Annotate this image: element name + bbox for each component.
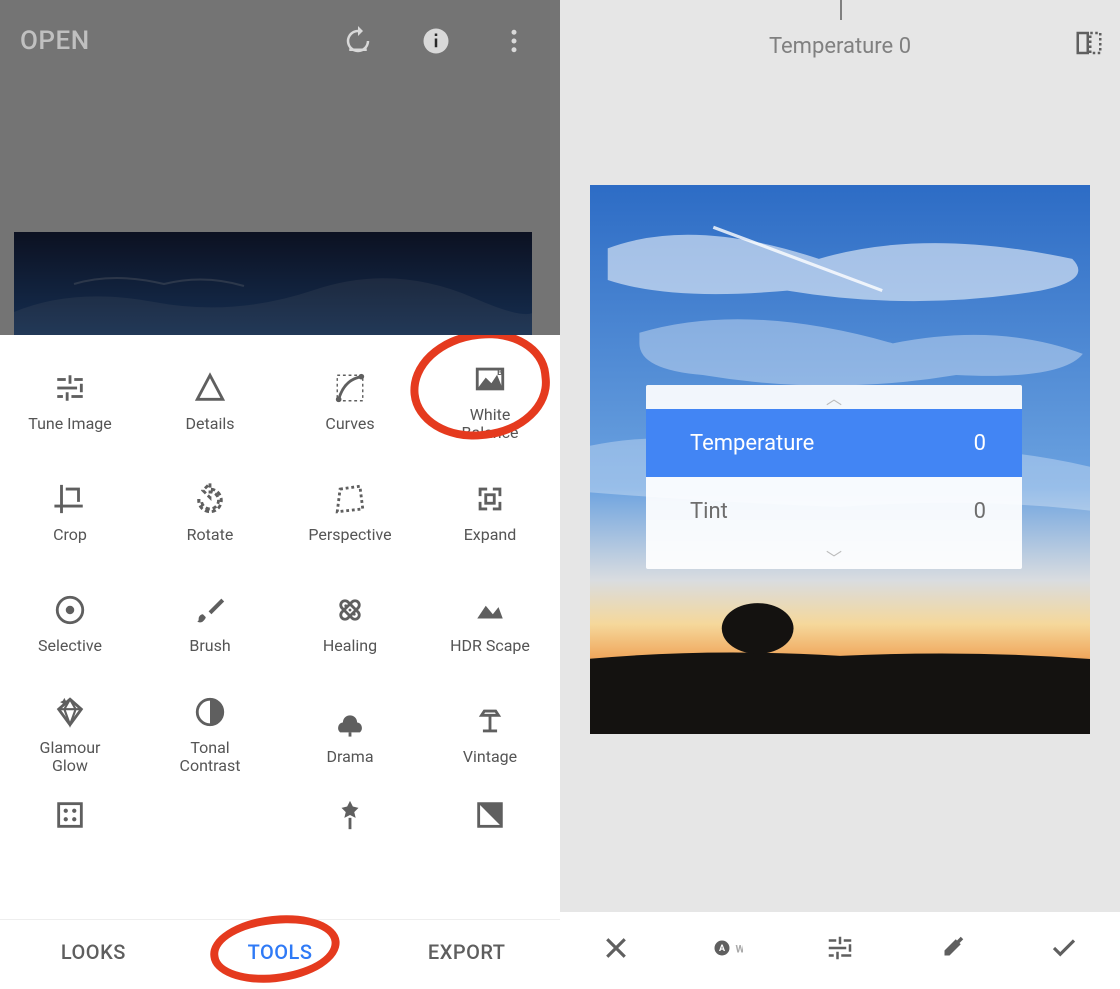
svg-text:W: W [736,943,744,956]
slider-row-tint[interactable]: Tint 0 [646,477,1022,545]
tool-brush[interactable]: Brush [140,565,280,676]
tool-label: Healing [323,637,377,655]
slider-name: Temperature [690,431,814,456]
grunge-icon [333,798,367,832]
readout-value: 0 [899,34,911,59]
tools-sheet: Tune Image Details Curves B WhiteBalance [0,335,560,984]
tool-label: Vintage [463,748,517,766]
tool-details[interactable]: Details [140,343,280,454]
tool-perspective[interactable]: Perspective [280,454,420,565]
adjust-button[interactable] [784,933,896,963]
tune-icon [53,371,87,405]
tool-label: GlamourGlow [40,739,101,775]
hdr-icon [473,593,507,627]
parameter-overlay[interactable]: ︿ Temperature 0 Tint 0 ﹀ [646,385,1022,569]
tool-label: Drama [326,748,373,766]
compare-icon[interactable] [1074,28,1104,64]
rotate-icon [193,482,227,516]
auto-wb-icon: A W [713,933,743,963]
slider-value: 0 [974,499,986,524]
tool-healing[interactable]: Healing [280,565,420,676]
tool-label: Perspective [308,526,391,544]
bottom-tabs: LOOKS TOOLS EXPORT [0,919,560,984]
perspective-icon [333,482,367,516]
details-icon [193,371,227,405]
apply-button[interactable] [1008,933,1120,963]
tool-bw[interactable] [420,787,560,847]
svg-text:B: B [497,367,503,377]
brush-icon [193,593,227,627]
tool-selective[interactable]: Selective [0,565,140,676]
tool-grunge[interactable] [280,787,420,847]
tool-label: WhiteBalance [462,406,519,442]
eyedropper-button[interactable] [896,933,1008,963]
readout-param: Temperature [769,34,893,59]
tool-hdr-scape[interactable]: HDR Scape [420,565,560,676]
cancel-button[interactable] [560,933,672,963]
svg-text:A: A [719,944,726,954]
open-button[interactable]: OPEN [20,26,90,56]
vintage-icon [473,704,507,738]
slider-value: 0 [974,431,986,456]
eyedropper-icon [937,933,967,963]
right-panel: Temperature 0 [560,0,1120,984]
tab-tools[interactable]: TOOLS [187,920,374,984]
retro-icon [193,798,227,832]
curves-icon [333,371,367,405]
tool-label: TonalContrast [180,739,241,775]
selective-icon [53,593,87,627]
tool-glamour-glow[interactable]: GlamourGlow [0,676,140,787]
sliders-icon [825,933,855,963]
tool-crop[interactable]: Crop [0,454,140,565]
tool-label: Curves [325,415,374,433]
tool-expand[interactable]: Expand [420,454,560,565]
glamour-icon [53,695,87,729]
crop-icon [53,482,87,516]
left-image-preview: OPEN [0,0,560,335]
frames-icon [53,798,87,832]
healing-icon [333,593,367,627]
tonal-icon [193,695,227,729]
tool-white-balance[interactable]: B WhiteBalance [420,343,560,454]
tool-rotate[interactable]: Rotate [140,454,280,565]
tool-label: Selective [38,637,102,655]
tool-drama[interactable]: Drama [280,676,420,787]
tool-label: Tune Image [28,415,111,433]
tool-label: Rotate [187,526,234,544]
expand-icon [473,482,507,516]
auto-wb-button[interactable]: A W [672,933,784,963]
more-icon[interactable] [488,15,540,67]
tool-label: Expand [464,526,517,544]
slider-tick [840,0,842,20]
tool-label: Brush [189,637,230,655]
check-icon [1049,933,1079,963]
tool-curves[interactable]: Curves [280,343,420,454]
info-icon[interactable] [410,15,462,67]
history-icon[interactable] [332,15,384,67]
tools-grid: Tune Image Details Curves B WhiteBalance [0,335,560,919]
tool-retrolux[interactable] [140,787,280,847]
left-topbar: OPEN [0,0,560,82]
right-bottom-bar: A W [560,912,1120,984]
chevron-up-icon: ︿ [646,385,1022,409]
tool-frames[interactable] [0,787,140,847]
close-icon [601,933,631,963]
drama-icon [333,704,367,738]
chevron-down-icon: ﹀ [646,545,1022,569]
left-panel: OPEN Tune Image Details [0,0,560,984]
tool-tonal-contrast[interactable]: TonalContrast [140,676,280,787]
slider-row-temperature[interactable]: Temperature 0 [646,409,1022,477]
right-canvas[interactable]: ︿ Temperature 0 Tint 0 ﹀ [560,65,1120,912]
tool-label: Details [186,415,235,433]
bw-icon [473,798,507,832]
tool-tune-image[interactable]: Tune Image [0,343,140,454]
tool-label: HDR Scape [450,637,530,655]
wb-icon: B [473,362,507,396]
tab-export[interactable]: EXPORT [373,920,560,984]
parameter-readout: Temperature 0 [560,0,1120,65]
tool-label: Crop [53,526,87,544]
tool-vintage[interactable]: Vintage [420,676,560,787]
slider-name: Tint [690,499,728,524]
tab-looks[interactable]: LOOKS [0,920,187,984]
